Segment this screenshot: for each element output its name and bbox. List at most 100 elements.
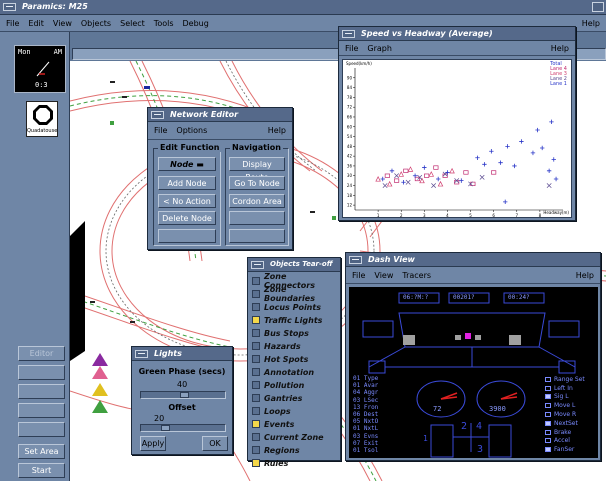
y-tick-label: 36: [347, 163, 353, 168]
objects-item[interactable]: Current Zone: [252, 431, 340, 443]
checkbox-icon[interactable]: [252, 316, 260, 324]
offset-thumb[interactable]: [161, 425, 170, 431]
checkbox-icon[interactable]: [252, 420, 260, 428]
ne-menu-help[interactable]: Help: [268, 126, 286, 135]
main-titlebar[interactable]: Paramics: M25: [0, 0, 606, 15]
checkbox-icon[interactable]: [252, 368, 260, 376]
objects-item[interactable]: Gantries: [252, 392, 340, 404]
dash-menu-file[interactable]: File: [352, 271, 365, 280]
checkbox-icon[interactable]: [252, 277, 260, 285]
dash-menu-tracers[interactable]: Tracers: [402, 271, 431, 280]
apply-button[interactable]: Apply: [140, 436, 166, 451]
green-phase-thumb[interactable]: [180, 392, 189, 398]
speed-menu-graph[interactable]: Graph: [367, 44, 392, 53]
sidebar-button-blank-2[interactable]: [18, 384, 65, 399]
window-menu-icon[interactable]: [3, 3, 16, 11]
delete-node-button[interactable]: Delete Node: [158, 211, 216, 225]
display-route-button[interactable]: Display Route: [229, 157, 285, 182]
checkbox-icon[interactable]: [252, 303, 260, 311]
objects-item[interactable]: Bus Stops: [252, 327, 340, 339]
speed-menu-help[interactable]: Help: [551, 44, 569, 53]
window-menu-icon[interactable]: [251, 261, 264, 269]
add-node-button[interactable]: Add Node: [158, 176, 216, 190]
dash-left-panel: 01 Type 01 Avar 04 Aggr 03 LSec 13 Fron 06 De…: [353, 375, 401, 454]
window-menu-icon[interactable]: [342, 30, 355, 38]
window-menu-icon[interactable]: [151, 111, 164, 119]
ne-menu-file[interactable]: File: [154, 126, 167, 135]
menu-objects[interactable]: Objects: [81, 19, 111, 28]
menu-file[interactable]: File: [6, 19, 19, 28]
data-point: [437, 180, 444, 187]
sidebar-button-blank-1[interactable]: [18, 365, 65, 380]
offset-slider[interactable]: [140, 424, 226, 432]
objects-item[interactable]: Zone Boundaries: [252, 285, 340, 303]
objects-item[interactable]: Loops: [252, 405, 340, 417]
network-editor-titlebar[interactable]: Network Editor: [148, 108, 292, 122]
dash-titlebar[interactable]: Dash View: [346, 253, 600, 267]
no-action-button[interactable]: < No Action >: [158, 194, 216, 219]
objects-item[interactable]: Hot Spots: [252, 353, 340, 365]
checkbox-icon[interactable]: [252, 329, 260, 337]
data-point: [433, 165, 439, 170]
dash-menu-view[interactable]: View: [374, 271, 393, 280]
sidebar-button-blank-3[interactable]: [18, 403, 65, 418]
data-point: [535, 127, 540, 133]
nav-blank-button-1[interactable]: [229, 211, 285, 225]
checkbox-icon[interactable]: [252, 342, 260, 350]
dash-right-row: Move R: [545, 410, 597, 419]
checkbox-icon[interactable]: [252, 355, 260, 363]
maximize-icon[interactable]: [592, 2, 604, 12]
checkbox-icon[interactable]: [252, 290, 260, 298]
objects-item[interactable]: Regions: [252, 444, 340, 456]
dash-left-row: 04 Aggr: [353, 389, 379, 397]
objects-item[interactable]: Annotation: [252, 366, 340, 378]
cordon-area-button[interactable]: Cordon Area: [229, 194, 285, 208]
menu-tools[interactable]: Tools: [154, 19, 174, 28]
dash-left-row: 01 Type: [353, 375, 379, 382]
checkbox-icon[interactable]: [252, 446, 260, 454]
menu-debug[interactable]: Debug: [183, 19, 209, 28]
checkbox-icon[interactable]: [252, 459, 260, 467]
speed-titlebar[interactable]: Speed vs Headway (Average): [339, 27, 575, 41]
checkbox-icon[interactable]: [252, 433, 260, 441]
x-tick-label: 5: [469, 213, 472, 218]
network-editor-menubar: File Options Help: [148, 122, 292, 140]
start-button[interactable]: Start: [18, 463, 65, 478]
ne-menu-options[interactable]: Options: [176, 126, 207, 135]
dash-right-row: Left In: [545, 384, 597, 393]
dash-readout-2: 00201?: [453, 294, 475, 301]
objects-item[interactable]: Pollution: [252, 379, 340, 391]
objects-item-label: Bus Stops: [264, 328, 309, 338]
objects-item[interactable]: Events: [252, 418, 340, 430]
lights-titlebar[interactable]: Lights: [132, 347, 232, 361]
green-phase-slider[interactable]: [140, 391, 226, 399]
quadrant-tool[interactable]: Quadatouse: [26, 101, 58, 137]
objects-item[interactable]: Rules: [252, 457, 340, 469]
quadrant-icon: [33, 105, 53, 125]
objects-titlebar[interactable]: Objects Tear-off: [248, 258, 340, 272]
objects-item[interactable]: Traffic Lights: [252, 314, 340, 326]
set-area-button[interactable]: Set Area: [18, 444, 65, 459]
go-to-node-button[interactable]: Go To Node: [229, 176, 285, 190]
objects-item-label: Current Zone: [264, 432, 324, 442]
speed-menu-file[interactable]: File: [345, 44, 358, 53]
menu-help[interactable]: Help: [582, 19, 600, 28]
checkbox-icon[interactable]: [252, 407, 260, 415]
node-option-menu[interactable]: Node ▬: [158, 157, 216, 171]
sidebar-button-editor[interactable]: Editor: [18, 346, 65, 361]
window-menu-icon[interactable]: [349, 256, 362, 264]
dash-readout-3: 00:24?: [508, 294, 530, 301]
window-menu-icon[interactable]: [135, 350, 148, 358]
checkbox-icon[interactable]: [252, 381, 260, 389]
objects-item[interactable]: Hazards: [252, 340, 340, 352]
dash-menu-help[interactable]: Help: [576, 271, 594, 280]
x-tick-label: 4: [446, 213, 449, 218]
menu-view[interactable]: View: [53, 19, 72, 28]
ok-button[interactable]: OK: [202, 436, 228, 451]
nav-blank-button-2[interactable]: [229, 229, 285, 243]
sidebar-button-blank-4[interactable]: [18, 422, 65, 437]
menu-edit[interactable]: Edit: [28, 19, 44, 28]
checkbox-icon[interactable]: [252, 394, 260, 402]
edit-blank-button[interactable]: [158, 229, 216, 243]
menu-select[interactable]: Select: [120, 19, 145, 28]
